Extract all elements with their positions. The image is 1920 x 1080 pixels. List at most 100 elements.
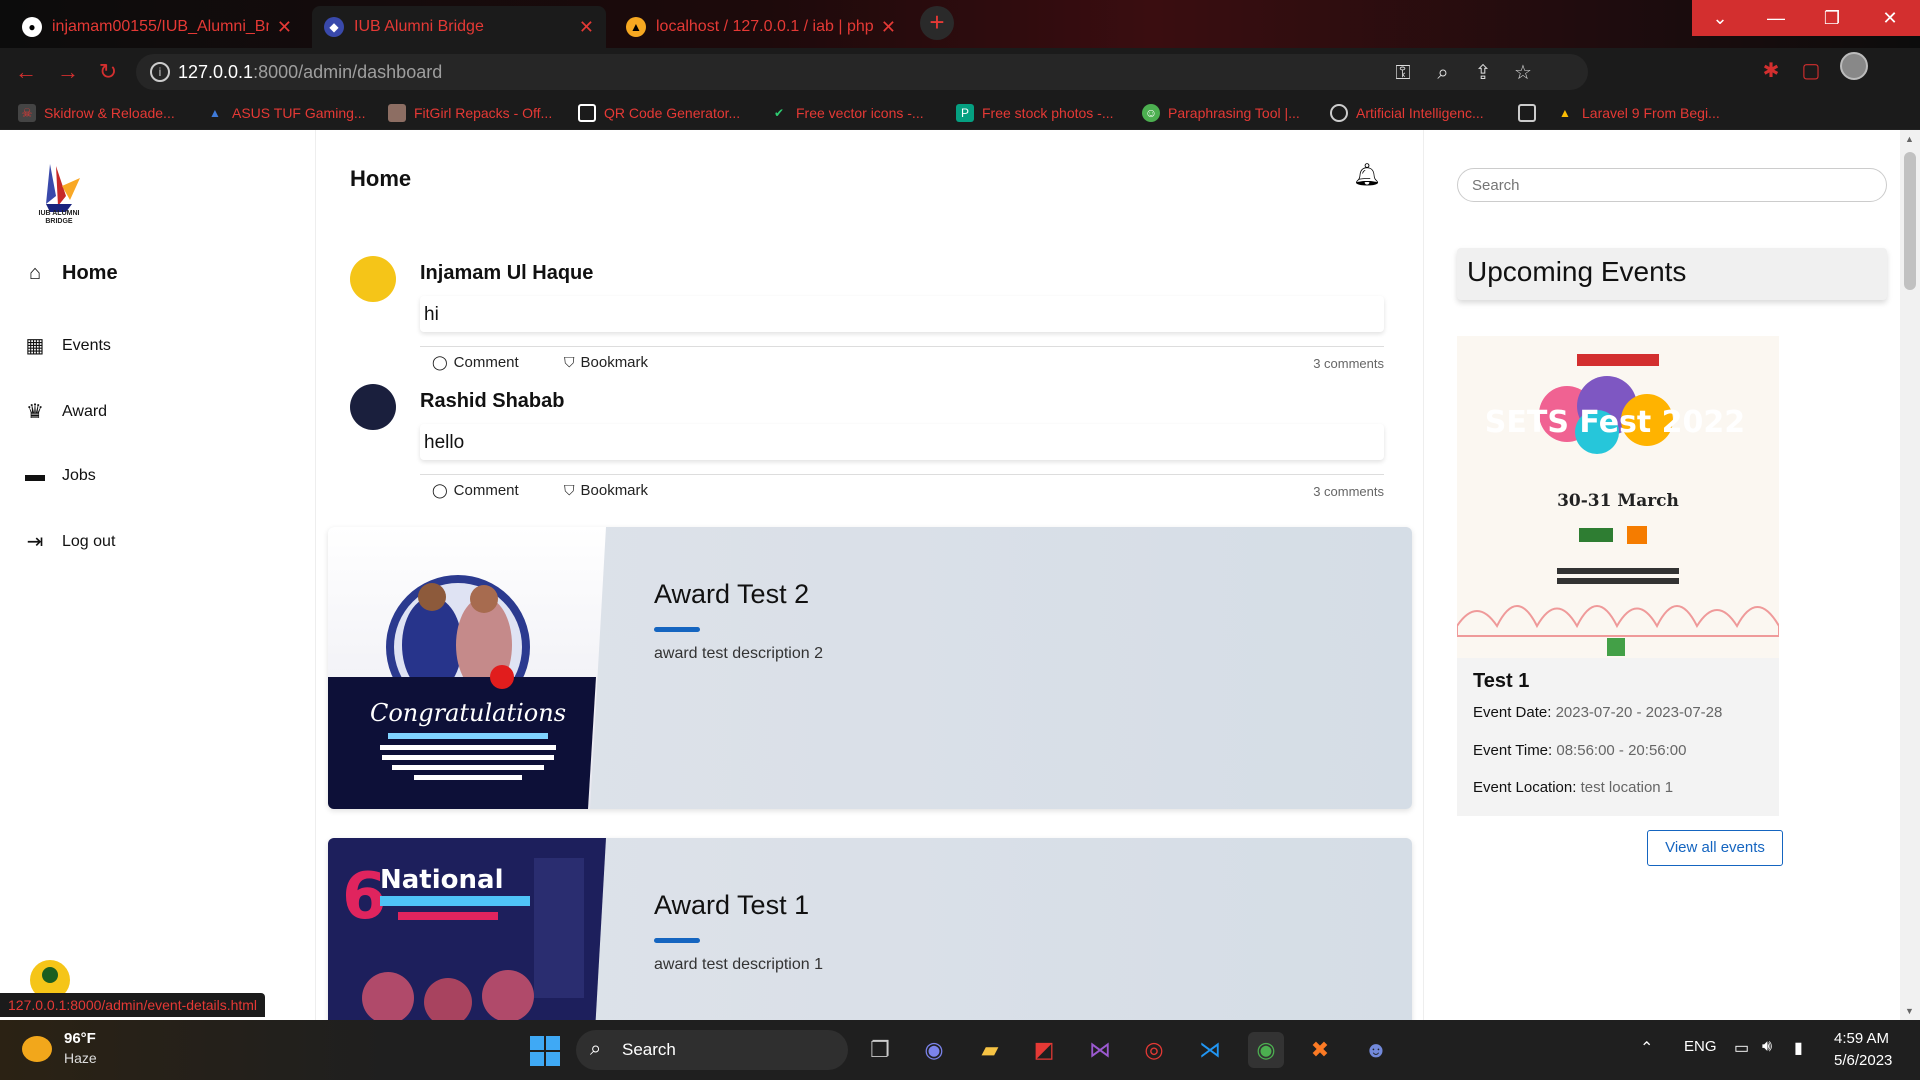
page-content: IUB ALUMNI BRIDGE ⌂ Home ▦ Events ♛ Awar… bbox=[0, 130, 1920, 1080]
new-tab-button[interactable]: + bbox=[920, 6, 954, 40]
sidebar-item-label: Events bbox=[62, 336, 111, 354]
scroll-up-icon[interactable]: ▲ bbox=[1905, 134, 1914, 144]
battery-icon[interactable]: ▮ bbox=[1794, 1038, 1803, 1058]
clock-date[interactable]: 5/6/2023 bbox=[1834, 1052, 1892, 1069]
post-card: Injamam Ul Haque hi ◯ Comment ⛉ Bookmark 3… bbox=[350, 256, 1384, 376]
author-avatar[interactable] bbox=[350, 256, 396, 302]
scrollbar-thumb[interactable] bbox=[1904, 152, 1916, 290]
weather-temperature[interactable]: 96°F bbox=[64, 1030, 96, 1047]
bookmark-item[interactable]: ☠ Skidrow & Reloade... bbox=[18, 102, 175, 124]
comment-button[interactable]: ◯ Comment bbox=[432, 354, 519, 371]
sidebar-item-events[interactable]: ▦ Events bbox=[22, 333, 111, 358]
sidebar-item-home[interactable]: ⌂ Home bbox=[22, 262, 118, 285]
tab-label: injamam00155/IUB_Alumni_Bridge bbox=[52, 18, 269, 35]
profile-avatar[interactable] bbox=[1840, 52, 1868, 80]
discord-icon[interactable]: ☻ bbox=[1358, 1032, 1394, 1068]
url-bar[interactable]: i 127.0.0.1:8000/admin/dashboard ⚿ ⌕ ⇪ ☆ bbox=[136, 54, 1588, 90]
network-icon[interactable]: ▭ bbox=[1734, 1038, 1749, 1058]
forward-icon[interactable]: → bbox=[54, 58, 82, 86]
visual-studio-icon[interactable]: ⋈ bbox=[1082, 1032, 1118, 1068]
bookmark-item[interactable]: Artificial Intelligenc... bbox=[1330, 102, 1484, 124]
chrome-icon[interactable]: ◉ bbox=[1248, 1032, 1284, 1068]
url-text[interactable]: 127.0.0.1:8000/admin/dashboard bbox=[178, 62, 442, 83]
bell-icon[interactable]: 🔔︎ bbox=[1353, 162, 1381, 188]
share-icon[interactable]: ⇪ bbox=[1470, 60, 1496, 86]
comment-count[interactable]: 3 comments bbox=[1313, 356, 1384, 371]
tab-search-button[interactable]: ⌄ bbox=[1692, 0, 1748, 36]
close-icon[interactable]: ✕ bbox=[881, 17, 896, 38]
xampp-icon[interactable]: ✖ bbox=[1302, 1032, 1338, 1068]
post-card: Rashid Shabab hello ◯ Comment ⛉ Bookmark 3… bbox=[350, 384, 1384, 504]
sidebar-item-logout[interactable]: ⇥ Log out bbox=[22, 529, 116, 554]
address-bar-row: ← → ↻ i 127.0.0.1:8000/admin/dashboard ⚿… bbox=[0, 48, 1920, 96]
event-name[interactable]: Test 1 bbox=[1473, 670, 1529, 693]
close-window-button[interactable]: ✕ bbox=[1860, 0, 1920, 36]
bookmark-item[interactable]: FitGirl Repacks - Off... bbox=[388, 102, 552, 124]
scroll-down-icon[interactable]: ▼ bbox=[1905, 1006, 1914, 1016]
clock-time[interactable]: 4:59 AM bbox=[1834, 1030, 1889, 1047]
github-icon: ● bbox=[22, 17, 42, 37]
award-image-caption: National bbox=[380, 865, 503, 895]
zoom-icon[interactable]: ⌕ bbox=[1430, 60, 1456, 86]
award-card[interactable]: Congratulations Award Test 2 award test … bbox=[328, 527, 1412, 809]
weather-description[interactable]: Haze bbox=[64, 1050, 97, 1066]
site-info-icon[interactable]: i bbox=[150, 62, 170, 82]
minimize-button[interactable]: — bbox=[1748, 0, 1804, 36]
start-tile bbox=[546, 1052, 560, 1066]
sidebar-item-jobs[interactable]: ▬ Jobs bbox=[22, 464, 96, 487]
tab-label: IUB Alumni Bridge bbox=[354, 18, 484, 35]
bookmark-item[interactable] bbox=[1518, 102, 1544, 124]
chevron-up-icon[interactable]: ⌃ bbox=[1640, 1038, 1653, 1058]
bookmark-button[interactable]: ⛉ Bookmark bbox=[564, 354, 648, 371]
extension-icon-2[interactable]: ▢ bbox=[1800, 60, 1822, 82]
app-icon[interactable]: ◩ bbox=[1026, 1032, 1062, 1068]
comment-count[interactable]: 3 comments bbox=[1313, 484, 1384, 499]
file-explorer-icon[interactable]: ▰ bbox=[972, 1032, 1008, 1068]
tab-phpmyadmin[interactable]: ▲ localhost / 127.0.0.1 / iab | phpMyAdm… bbox=[614, 6, 908, 48]
poster-date: 30-31 March bbox=[1557, 491, 1679, 511]
weather-icon[interactable] bbox=[22, 1036, 52, 1062]
taskbar-search[interactable]: ⌕ Search bbox=[576, 1030, 848, 1070]
search-input[interactable] bbox=[1457, 168, 1887, 202]
back-icon[interactable]: ← bbox=[12, 58, 40, 86]
windows-start-icon[interactable] bbox=[530, 1036, 560, 1066]
tab-iub-alumni-bridge[interactable]: ◆ IUB Alumni Bridge ✕ bbox=[312, 6, 606, 48]
bookmark-item[interactable]: ▲ ASUS TUF Gaming... bbox=[206, 102, 366, 124]
tab-github[interactable]: ● injamam00155/IUB_Alumni_Bridge ✕ bbox=[10, 6, 304, 48]
chrome-canary-icon[interactable]: ◎ bbox=[1136, 1032, 1172, 1068]
reload-icon[interactable]: ↻ bbox=[94, 58, 122, 86]
quillbot-icon: ☺ bbox=[1142, 104, 1160, 122]
page-scrollbar[interactable]: ▲ ▼ bbox=[1900, 130, 1920, 1020]
restore-button[interactable]: ❐ bbox=[1804, 0, 1860, 36]
author-avatar[interactable] bbox=[350, 384, 396, 430]
skull-icon: ☠ bbox=[18, 104, 36, 122]
event-poster[interactable]: SETS Fest 2022 30-31 March bbox=[1457, 336, 1779, 666]
bookmark-button[interactable]: ⛉ Bookmark bbox=[564, 482, 648, 499]
title-underline bbox=[654, 627, 700, 632]
bookmark-item[interactable]: ✔ Free vector icons -... bbox=[770, 102, 924, 124]
bookmark-icon: ⛉ bbox=[564, 354, 575, 370]
volume-icon[interactable]: 🔊︎ bbox=[1762, 1038, 1772, 1056]
post-author[interactable]: Injamam Ul Haque bbox=[420, 262, 593, 285]
award-image: Congratulations bbox=[328, 527, 606, 809]
sidebar-item-label: Award bbox=[62, 402, 108, 420]
view-all-events-button[interactable]: View all events bbox=[1647, 830, 1783, 866]
bookmark-item[interactable]: P Free stock photos -... bbox=[956, 102, 1114, 124]
event-date: Event Date: 2023-07-20 - 2023-07-28 bbox=[1473, 704, 1723, 721]
task-view-icon[interactable]: ❐ bbox=[862, 1032, 898, 1068]
post-author[interactable]: Rashid Shabab bbox=[420, 390, 564, 413]
bookmark-item[interactable]: QR Code Generator... bbox=[578, 102, 740, 124]
close-icon[interactable]: ✕ bbox=[579, 17, 594, 38]
sidebar-item-award[interactable]: ♛ Award bbox=[22, 399, 107, 424]
close-icon[interactable]: ✕ bbox=[277, 17, 292, 38]
extension-icon[interactable]: ✱ bbox=[1760, 60, 1782, 82]
language-indicator[interactable]: ENG bbox=[1684, 1038, 1717, 1055]
event-location: Event Location: test location 1 bbox=[1473, 779, 1674, 796]
star-icon[interactable]: ☆ bbox=[1510, 60, 1536, 86]
bookmark-item[interactable]: ☺ Paraphrasing Tool |... bbox=[1142, 102, 1300, 124]
vscode-icon[interactable]: ⋊ bbox=[1192, 1032, 1228, 1068]
key-icon[interactable]: ⚿ bbox=[1390, 60, 1416, 86]
comment-button[interactable]: ◯ Comment bbox=[432, 482, 519, 499]
bookmark-item[interactable]: ▲ Laravel 9 From Begi... bbox=[1556, 102, 1720, 124]
teams-chat-icon[interactable]: ◉ bbox=[916, 1032, 952, 1068]
